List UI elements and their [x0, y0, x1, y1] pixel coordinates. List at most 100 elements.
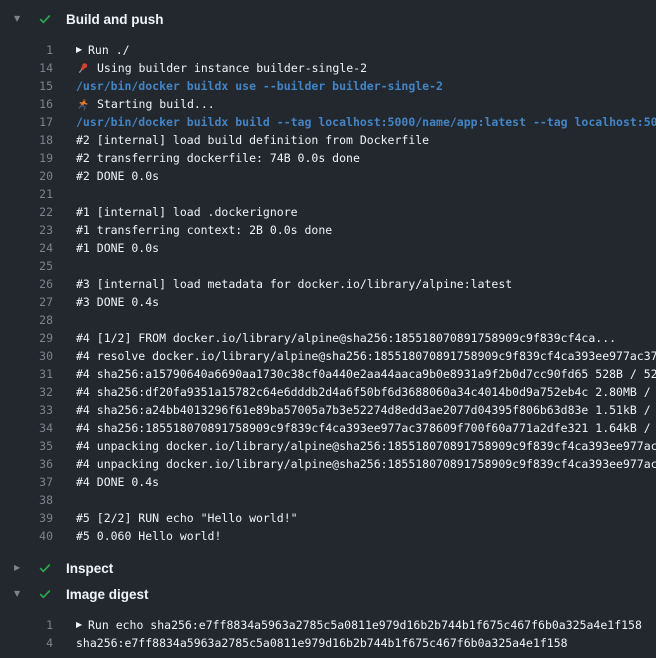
log-text: #1 DONE 0.0s: [76, 239, 656, 257]
line-number[interactable]: 33: [0, 401, 53, 419]
line-number[interactable]: 21: [0, 185, 53, 203]
section-header-build-and-push[interactable]: ▼Build and push: [0, 6, 656, 32]
line-number[interactable]: 38: [0, 491, 53, 509]
log-line: 1 ▶Run ./: [0, 41, 656, 59]
chevron-down-icon[interactable]: ▼: [14, 15, 26, 23]
section-header-image-digest[interactable]: ▼ Image digest: [0, 581, 656, 607]
log-text-content: #5 0.060 Hello world!: [76, 527, 221, 545]
line-number[interactable]: 15: [0, 77, 53, 95]
log-section-build-and-push: ▼Build and push 1 ▶Run ./ 14 Using builder i…: [0, 6, 656, 545]
chevron-right-icon[interactable]: ▶: [14, 564, 26, 572]
line-number[interactable]: 40: [0, 527, 53, 545]
line-number[interactable]: 39: [0, 509, 53, 527]
log-text: #4 [1/2] FROM docker.io/library/alpine@s…: [76, 329, 656, 347]
line-number[interactable]: 22: [0, 203, 53, 221]
line-number[interactable]: 36: [0, 455, 53, 473]
log-line: 17/usr/bin/docker buildx build --tag loc…: [0, 113, 656, 131]
log-text: #5 0.060 Hello world!: [76, 527, 656, 545]
line-number[interactable]: 26: [0, 275, 53, 293]
log-text-content: #4 resolve docker.io/library/alpine@sha2…: [76, 347, 656, 365]
log-text: #4 unpacking docker.io/library/alpine@sh…: [76, 437, 656, 455]
line-number[interactable]: 32: [0, 383, 53, 401]
line-number[interactable]: 24: [0, 239, 53, 257]
line-number[interactable]: 29: [0, 329, 53, 347]
log-text: ▶Run ./: [76, 41, 656, 59]
log-text: #3 DONE 0.4s: [76, 293, 656, 311]
log-text: #5 [2/2] RUN echo "Hello world!": [76, 509, 656, 527]
log-line: 36 #4 unpacking docker.io/library/alpine@…: [0, 455, 656, 473]
line-number[interactable]: 19: [0, 149, 53, 167]
section-header-inspect[interactable]: ▶Inspect: [0, 555, 656, 581]
log-text: #4 sha256:a15790640a6690aa1730c38cf0a440…: [76, 365, 656, 383]
log-text-content: #4 unpacking docker.io/library/alpine@sh…: [76, 437, 656, 455]
success-check-icon: [38, 12, 52, 26]
log-line: 15/usr/bin/docker buildx use --builder b…: [0, 77, 656, 95]
success-check-icon: [38, 587, 52, 601]
line-number[interactable]: 28: [0, 311, 53, 329]
line-number[interactable]: 30: [0, 347, 53, 365]
line-number[interactable]: 1: [0, 616, 53, 634]
log-line: 23 #1 transferring context: 2B 0.0s done: [0, 221, 656, 239]
log-text: /usr/bin/docker buildx build --tag local…: [76, 113, 656, 131]
log-text: #1 [internal] load .dockerignore: [76, 203, 656, 221]
line-number[interactable]: 20: [0, 167, 53, 185]
log-section-inspect: ▶Inspect: [0, 555, 656, 581]
log-text: #4 sha256:185518070891758909c9f839cf4ca3…: [76, 419, 656, 437]
line-number[interactable]: 34: [0, 419, 53, 437]
log-text-content: #1 transferring context: 2B 0.0s done: [76, 221, 332, 239]
section-log-body: 1 ▶Run ./ 14 Using builder instance builder…: [0, 41, 656, 545]
log-text: Starting build...: [76, 95, 656, 113]
log-line: 24 #1 DONE 0.0s: [0, 239, 656, 257]
log-text: #4 sha256:a24bb4013296f61e89ba57005a7b3e…: [76, 401, 656, 419]
chevron-down-icon[interactable]: ▼: [14, 590, 26, 598]
log-line: 28: [0, 311, 656, 329]
line-number[interactable]: 27: [0, 293, 53, 311]
log-line: 37 #4 DONE 0.4s: [0, 473, 656, 491]
log-text-content: Using builder instance builder-single-2: [97, 59, 367, 77]
log-text: #2 [internal] load build definition from…: [76, 131, 656, 149]
log-text: #4 sha256:df20fa9351a15782c64e6dddb2d4a6…: [76, 383, 656, 401]
pushpin-icon: [76, 62, 91, 75]
log-text-content: #4 sha256:df20fa9351a15782c64e6dddb2d4a6…: [76, 383, 656, 401]
log-text-content: #4 sha256:a15790640a6690aa1730c38cf0a440…: [76, 365, 656, 383]
log-text-content: #2 [internal] load build definition from…: [76, 131, 429, 149]
play-icon[interactable]: ▶: [76, 616, 88, 634]
log-line: 33 #4 sha256:a24bb4013296f61e89ba57005a7b…: [0, 401, 656, 419]
line-number[interactable]: 35: [0, 437, 53, 455]
line-number[interactable]: 4: [0, 634, 53, 652]
line-number[interactable]: 23: [0, 221, 53, 239]
line-number[interactable]: 25: [0, 257, 53, 275]
log-text: ▶Run echo sha256:e7ff8834a5963a2785c5a08…: [76, 616, 656, 634]
log-text: Using builder instance builder-single-2: [76, 59, 656, 77]
line-number[interactable]: 16: [0, 95, 53, 113]
log-text-content: #4 sha256:a24bb4013296f61e89ba57005a7b3e…: [76, 401, 656, 419]
log-text: sha256:e7ff8834a5963a2785c5a0811e979d16b…: [76, 634, 656, 652]
line-number[interactable]: 14: [0, 59, 53, 77]
log-line: 35 #4 unpacking docker.io/library/alpine@…: [0, 437, 656, 455]
line-number[interactable]: 1: [0, 41, 53, 59]
log-line: 31 #4 sha256:a15790640a6690aa1730c38cf0a4…: [0, 365, 656, 383]
log-text: #4 DONE 0.4s: [76, 473, 656, 491]
log-text: #2 transferring dockerfile: 74B 0.0s don…: [76, 149, 656, 167]
log-text-content: #4 unpacking docker.io/library/alpine@sh…: [76, 455, 656, 473]
line-number[interactable]: 18: [0, 131, 53, 149]
play-icon[interactable]: ▶: [76, 41, 88, 59]
log-line: 4 sha256:e7ff8834a5963a2785c5a0811e979d16…: [0, 634, 656, 652]
line-number[interactable]: 31: [0, 365, 53, 383]
section-title: Image digest: [66, 587, 149, 602]
log-line: 29 #4 [1/2] FROM docker.io/library/alpine…: [0, 329, 656, 347]
success-check-icon: [38, 561, 52, 575]
log-text: #4 unpacking docker.io/library/alpine@sh…: [76, 455, 656, 473]
workflow-log-viewer: ▼Build and push1▶Run ./14Using builder i…: [0, 0, 656, 652]
runner-icon: [76, 98, 91, 111]
log-text-content: #5 [2/2] RUN echo "Hello world!": [76, 509, 298, 527]
log-line: 20#2 DONE 0.0s: [0, 167, 656, 185]
log-text-content: Run echo sha256:e7ff8834a5963a2785c5a081…: [88, 616, 642, 634]
log-text: /usr/bin/docker buildx use --builder bui…: [76, 77, 656, 95]
log-text-content: /usr/bin/docker buildx use --builder bui…: [76, 77, 443, 95]
log-line: 21: [0, 185, 656, 203]
log-line: 25: [0, 257, 656, 275]
log-text-content: #2 transferring dockerfile: 74B 0.0s don…: [76, 149, 360, 167]
line-number[interactable]: 37: [0, 473, 53, 491]
line-number[interactable]: 17: [0, 113, 53, 131]
